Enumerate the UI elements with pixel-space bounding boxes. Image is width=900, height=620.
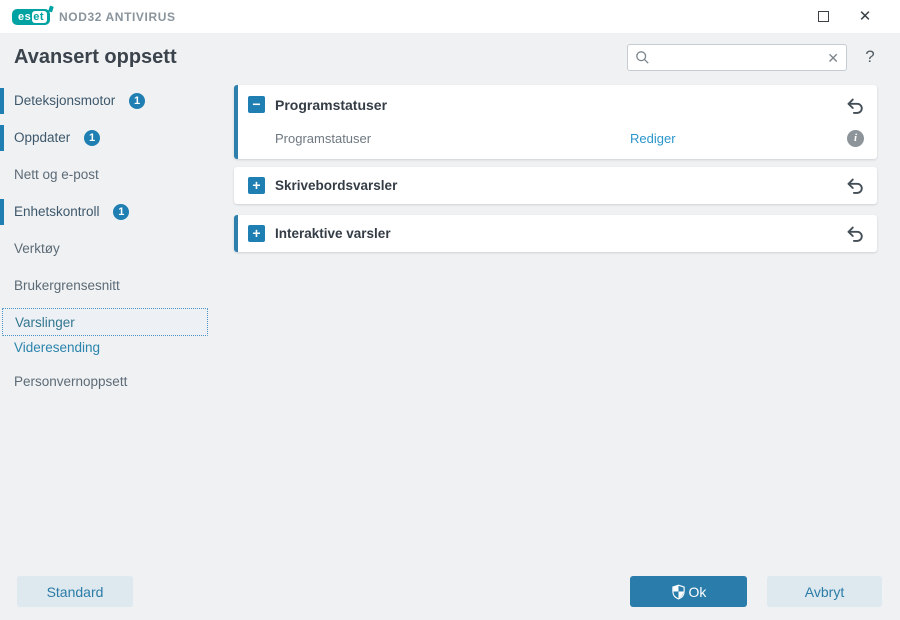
modified-indicator-bar (0, 88, 4, 114)
standard-button[interactable]: Standard (17, 576, 133, 607)
sidebar-item-label: Enhetskontroll (14, 204, 100, 219)
setting-label: Programstatuser (275, 125, 371, 153)
cancel-button-label: Avbryt (805, 584, 844, 600)
help-button[interactable]: ? (860, 47, 880, 69)
notification-badge: 1 (84, 130, 100, 146)
section-title[interactable]: Interaktive varsler (275, 215, 391, 252)
section-title[interactable]: Programstatuser (275, 85, 387, 125)
eset-logo-trademark (48, 5, 54, 12)
page-title: Avansert oppsett (14, 46, 177, 69)
maximize-button[interactable] (814, 8, 832, 26)
eset-logo: es et (12, 9, 50, 25)
search-clear-icon[interactable]: ✕ (827, 51, 839, 65)
revert-to-default-button[interactable] (845, 224, 865, 244)
expand-icon[interactable]: + (248, 177, 265, 194)
notification-badge: 1 (129, 93, 145, 109)
sidebar-item-label: Nett og e-post (14, 167, 99, 182)
sidebar-item-enhetskontroll[interactable]: Enhetskontroll 1 (0, 198, 210, 226)
collapse-icon[interactable]: − (248, 96, 265, 113)
sidebar-item-label: Varslinger (15, 315, 75, 330)
revert-to-default-button[interactable] (845, 96, 865, 116)
section-interaktive-varsler: + Interaktive varsler (234, 215, 877, 252)
sidebar-item-deteksjonsmotor[interactable]: Deteksjonsmotor 1 (0, 87, 210, 115)
sidebar-item-personvernoppsett[interactable]: Personvernoppsett (0, 368, 210, 396)
sidebar-item-verktoy[interactable]: Verktøy (0, 235, 210, 263)
window-controls: ✕ (814, 8, 888, 26)
ok-button[interactable]: Ok (630, 576, 747, 607)
sidebar-item-oppdater[interactable]: Oppdater 1 (0, 124, 210, 152)
eset-advanced-setup-window: es et NOD32 ANTIVIRUS ✕ Avansert oppsett… (0, 0, 900, 620)
cancel-button[interactable]: Avbryt (767, 576, 882, 607)
uac-shield-icon (671, 584, 686, 600)
expand-icon[interactable]: + (248, 225, 265, 242)
undo-icon (845, 96, 865, 116)
section-programstatuser: − Programstatuser Programstatuser Redige… (234, 85, 877, 159)
sidebar-item-label: Videresending (14, 340, 100, 355)
setting-row-programstatuser: Programstatuser Rediger i (234, 125, 877, 157)
close-button[interactable]: ✕ (856, 8, 874, 26)
eset-logo-text-2: et (32, 11, 47, 23)
search-icon (635, 50, 650, 65)
standard-button-label: Standard (47, 584, 104, 600)
sidebar-item-label: Deteksjonsmotor (14, 93, 115, 108)
revert-to-default-button[interactable] (845, 176, 865, 196)
close-icon: ✕ (859, 9, 872, 24)
undo-icon (845, 176, 865, 196)
sidebar-item-label: Brukergrensesnitt (14, 278, 120, 293)
section-title[interactable]: Skrivebordsvarsler (275, 167, 397, 204)
sidebar-item-brukergrensesnitt[interactable]: Brukergrensesnitt (0, 272, 210, 300)
modified-indicator-bar (234, 215, 238, 252)
eset-logo-text: es (15, 11, 32, 23)
modified-indicator-bar (0, 125, 4, 151)
title-bar: es et NOD32 ANTIVIRUS ✕ (0, 0, 900, 33)
sidebar-item-nett-og-epost[interactable]: Nett og e-post (0, 161, 210, 189)
sidebar-item-label: Oppdater (14, 130, 70, 145)
undo-icon (845, 224, 865, 244)
notification-badge: 1 (113, 204, 129, 220)
search-input[interactable] (650, 50, 827, 65)
sidebar-item-label: Personvernoppsett (14, 374, 127, 389)
sidebar-item-varslinger[interactable]: Varslinger (2, 308, 208, 336)
section-skrivebordsvarsler: + Skrivebordsvarsler (234, 167, 877, 204)
ok-button-label: Ok (689, 584, 707, 600)
maximize-icon (818, 11, 829, 22)
window-title: NOD32 ANTIVIRUS (59, 10, 176, 24)
modified-indicator-bar (0, 199, 4, 225)
search-box[interactable]: ✕ (627, 44, 847, 71)
edit-link[interactable]: Rediger (630, 125, 676, 153)
sidebar-item-videresending[interactable]: Videresending (0, 334, 210, 362)
sidebar-item-label: Verktøy (14, 241, 60, 256)
info-icon[interactable]: i (847, 130, 864, 147)
